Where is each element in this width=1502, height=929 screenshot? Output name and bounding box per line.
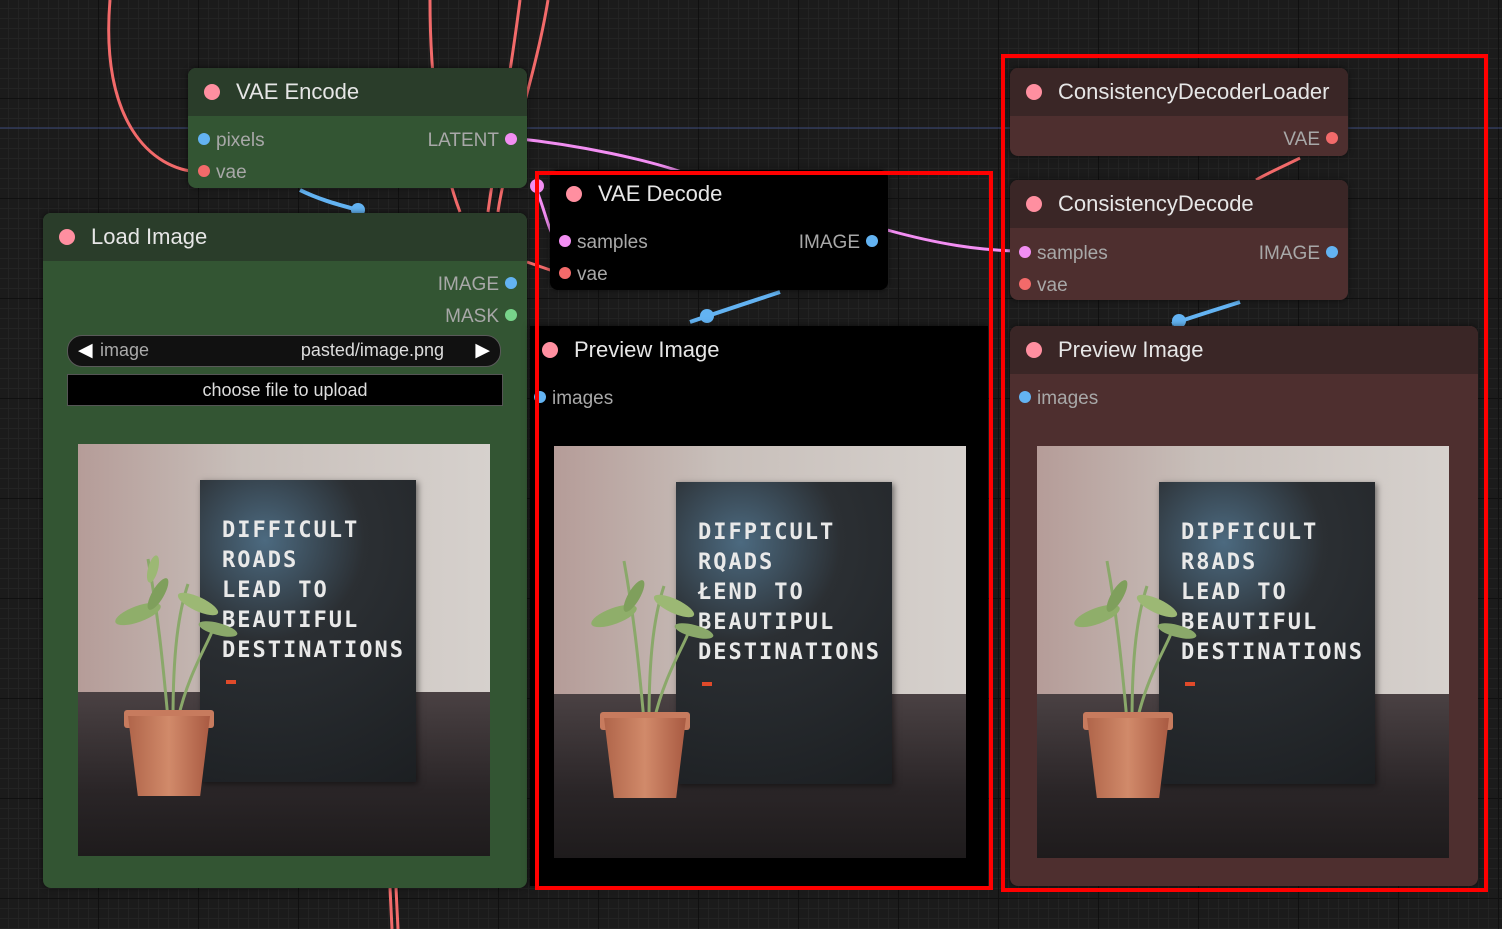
link-vae-upper bbox=[107, 0, 201, 174]
preview-image-header[interactable]: Preview Image bbox=[530, 326, 988, 374]
combo-next-icon[interactable]: ▶ bbox=[475, 339, 490, 362]
preview-image-node[interactable]: Preview Image images DIFPICULT RQADS ŁEN… bbox=[530, 326, 988, 886]
output-slot-image[interactable]: IMAGE bbox=[1259, 243, 1338, 265]
link-pixels bbox=[299, 188, 359, 212]
slot-dot-icon[interactable] bbox=[1326, 246, 1338, 258]
slot-dot-icon[interactable] bbox=[505, 277, 517, 289]
collapse-dot-icon[interactable] bbox=[59, 229, 75, 245]
slot-dot-icon[interactable] bbox=[866, 235, 878, 247]
output-slot-vae[interactable]: VAE bbox=[1283, 129, 1338, 151]
slot-label: IMAGE bbox=[437, 274, 499, 295]
input-slot-images[interactable]: images bbox=[534, 388, 613, 410]
link-vae-bottom bbox=[388, 887, 394, 929]
upload-button[interactable]: choose file to upload bbox=[67, 374, 503, 406]
image-combo-widget[interactable]: ◀ image pasted/image.png ▶ bbox=[67, 335, 501, 367]
node-title: Preview Image bbox=[1058, 337, 1204, 362]
slot-dot-icon[interactable] bbox=[1019, 246, 1031, 258]
collapse-dot-icon[interactable] bbox=[204, 84, 220, 100]
slot-label: MASK bbox=[445, 306, 499, 327]
load-image-header[interactable]: Load Image bbox=[43, 213, 527, 261]
collapse-dot-icon[interactable] bbox=[1026, 342, 1042, 358]
slot-label: images bbox=[1037, 388, 1099, 409]
decoded-image-preview: DIFPICULT RQADS ŁEND TO BEAUTIPUL DESTIN… bbox=[554, 446, 966, 858]
node-title: Load Image bbox=[91, 224, 208, 249]
collapse-dot-icon[interactable] bbox=[1026, 196, 1042, 212]
slot-label: vae bbox=[1037, 275, 1068, 296]
input-slot-samples[interactable]: samples bbox=[559, 232, 648, 254]
slot-label: IMAGE bbox=[798, 232, 860, 253]
flower-pot bbox=[604, 718, 686, 798]
load-image-node[interactable]: Load Image IMAGE MASK ◀ image pasted/ima… bbox=[43, 213, 527, 888]
node-title: ConsistencyDecode bbox=[1058, 191, 1254, 216]
flower-pot bbox=[1087, 718, 1169, 798]
slot-label: vae bbox=[216, 162, 247, 183]
slot-label: samples bbox=[1037, 243, 1108, 264]
node-title: VAE Decode bbox=[598, 181, 723, 206]
node-title: VAE Encode bbox=[236, 79, 360, 104]
slot-dot-icon[interactable] bbox=[505, 133, 517, 145]
node-title: ConsistencyDecoderLoader bbox=[1058, 79, 1330, 104]
slot-dot-icon[interactable] bbox=[505, 309, 517, 321]
slot-label: LATENT bbox=[427, 130, 499, 151]
input-slot-images[interactable]: images bbox=[1019, 388, 1098, 410]
slot-dot-icon[interactable] bbox=[559, 267, 571, 279]
collapse-dot-icon[interactable] bbox=[542, 342, 558, 358]
flower-pot bbox=[128, 716, 210, 796]
input-slot-vae[interactable]: vae bbox=[1019, 275, 1068, 297]
slot-dot-icon[interactable] bbox=[1019, 391, 1031, 403]
node-title: Preview Image bbox=[574, 337, 720, 362]
preview-image-header[interactable]: Preview Image bbox=[1010, 326, 1478, 374]
link-vae-bottom2 bbox=[394, 887, 400, 929]
input-slot-vae[interactable]: vae bbox=[198, 162, 247, 184]
slot-dot-icon[interactable] bbox=[1326, 132, 1338, 144]
input-slot-vae[interactable]: vae bbox=[559, 264, 608, 286]
slot-dot-icon[interactable] bbox=[559, 235, 571, 247]
consistency-decode-header[interactable]: ConsistencyDecode bbox=[1010, 180, 1348, 228]
slot-label: vae bbox=[577, 264, 608, 285]
vae-decode-header[interactable]: VAE Decode bbox=[550, 170, 888, 218]
slot-dot-icon[interactable] bbox=[534, 391, 546, 403]
link-vae-cd bbox=[1255, 156, 1301, 182]
output-slot-latent[interactable]: LATENT bbox=[428, 130, 517, 152]
output-slot-mask[interactable]: MASK bbox=[445, 306, 517, 328]
output-slot-image[interactable]: IMAGE bbox=[799, 232, 878, 254]
consistency-decoder-loader-node[interactable]: ConsistencyDecoderLoader VAE bbox=[1010, 68, 1348, 156]
combo-label: image bbox=[100, 340, 150, 360]
slot-dot-icon[interactable] bbox=[198, 133, 210, 145]
input-slot-pixels[interactable]: pixels bbox=[198, 130, 265, 152]
collapse-dot-icon[interactable] bbox=[1026, 84, 1042, 100]
slot-dot-icon[interactable] bbox=[1019, 278, 1031, 290]
preview-image-node[interactable]: Preview Image images DIPFICULT R8ADS LEA… bbox=[1010, 326, 1478, 886]
slot-label: pixels bbox=[216, 130, 265, 151]
collapse-dot-icon[interactable] bbox=[566, 186, 582, 202]
vae-decode-node[interactable]: VAE Decode samples vae IMAGE bbox=[550, 170, 888, 290]
slot-label: images bbox=[552, 388, 614, 409]
consistency-decoded-image-preview: DIPFICULT R8ADS LEAD TO BEAUTIFUL DESTIN… bbox=[1037, 446, 1449, 858]
slot-label: IMAGE bbox=[1258, 243, 1320, 264]
slot-label: samples bbox=[577, 232, 648, 253]
input-slot-samples[interactable]: samples bbox=[1019, 243, 1108, 265]
vae-encode-node[interactable]: VAE Encode pixels vae LATENT bbox=[188, 68, 527, 188]
loaded-image-preview: DIFFICULT ROADS LEAD TO BEAUTIFUL DESTIN… bbox=[78, 444, 490, 856]
consistency-decoder-loader-header[interactable]: ConsistencyDecoderLoader bbox=[1010, 68, 1348, 116]
link-latent-b bbox=[879, 226, 1016, 253]
output-slot-image[interactable]: IMAGE bbox=[438, 274, 517, 296]
consistency-decode-node[interactable]: ConsistencyDecode samples vae IMAGE bbox=[1010, 180, 1348, 300]
slot-dot-icon[interactable] bbox=[198, 165, 210, 177]
combo-value: pasted/image.png bbox=[300, 340, 444, 360]
vae-encode-header[interactable]: VAE Encode bbox=[188, 68, 527, 116]
combo-prev-icon[interactable]: ◀ bbox=[78, 339, 93, 362]
slot-label: VAE bbox=[1283, 129, 1320, 150]
